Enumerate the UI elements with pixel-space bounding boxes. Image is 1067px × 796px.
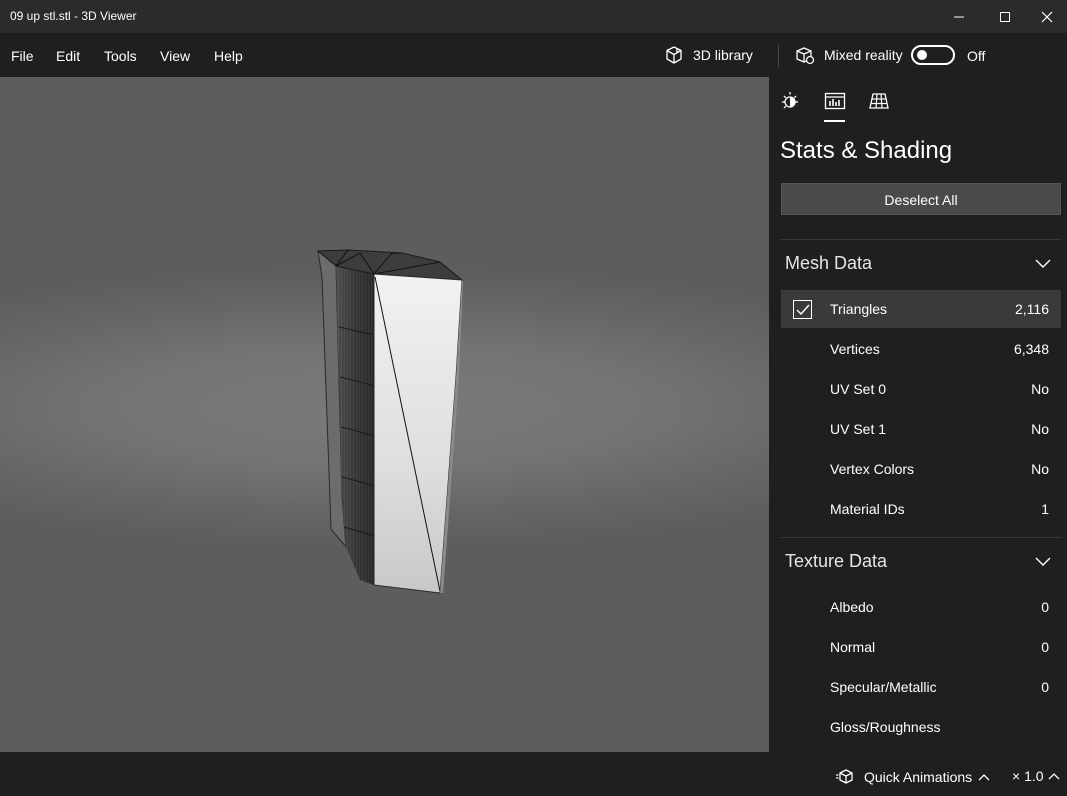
- menu-bar: File Edit Tools View Help 3D library Mix…: [0, 33, 1067, 77]
- 3d-library-button[interactable]: 3D library: [664, 43, 753, 67]
- row-label: Vertex Colors: [830, 461, 915, 477]
- toolbar-divider: [778, 45, 779, 67]
- mixed-reality-icon: [795, 45, 815, 65]
- animation-speed-button[interactable]: × 1.0: [1012, 768, 1060, 784]
- table-row[interactable]: Vertex Colors No: [781, 450, 1061, 488]
- grid-icon: [869, 93, 889, 109]
- row-value: 0: [1041, 599, 1049, 615]
- menu-help[interactable]: Help: [214, 48, 243, 64]
- divider: [781, 239, 1061, 240]
- row-label: Gloss/Roughness: [830, 719, 941, 735]
- panel-title: Stats & Shading: [780, 137, 953, 164]
- divider: [781, 537, 1061, 538]
- stats-icon: [824, 92, 846, 110]
- table-row[interactable]: Material IDs 1: [781, 490, 1061, 528]
- 3d-library-label: 3D library: [693, 47, 753, 63]
- quick-animations-button[interactable]: Quick Animations: [836, 768, 990, 786]
- row-value: 6,348: [1013, 341, 1049, 357]
- bottom-bar: Quick Animations × 1.0: [0, 752, 1067, 796]
- mixed-reality-toggle[interactable]: [911, 45, 955, 65]
- table-row[interactable]: UV Set 0 No: [781, 370, 1061, 408]
- row-label: Triangles: [830, 301, 888, 317]
- chevron-down-icon[interactable]: [1035, 557, 1051, 567]
- animation-icon: [836, 768, 856, 786]
- stats-shading-panel: Stats & Shading Deselect All Mesh Data T…: [769, 77, 1067, 752]
- row-label: Normal: [830, 639, 876, 655]
- row-value: 0: [1041, 639, 1049, 655]
- mixed-reality-button[interactable]: Mixed reality: [795, 43, 903, 67]
- table-row[interactable]: UV Set 1 No: [781, 410, 1061, 448]
- chevron-down-icon[interactable]: [1035, 259, 1051, 269]
- tab-lighting[interactable]: [778, 89, 802, 113]
- row-value: 0: [1041, 679, 1049, 695]
- quick-animations-label: Quick Animations: [864, 769, 973, 785]
- maximize-icon: [1000, 11, 1010, 22]
- active-tab-indicator: [824, 120, 845, 122]
- deselect-all-button[interactable]: Deselect All: [781, 183, 1061, 215]
- tab-stats[interactable]: [823, 89, 847, 113]
- window-title: 09 up stl.stl - 3D Viewer: [10, 9, 137, 23]
- 3d-viewport[interactable]: [0, 77, 769, 752]
- row-value: No: [1031, 421, 1049, 437]
- menu-view[interactable]: View: [160, 48, 190, 64]
- row-label: UV Set 0: [830, 381, 887, 397]
- menu-tools[interactable]: Tools: [104, 48, 137, 64]
- close-button[interactable]: [1027, 0, 1067, 33]
- minimize-icon: [954, 16, 964, 17]
- tab-grid[interactable]: [867, 89, 891, 113]
- row-value: No: [1031, 461, 1049, 477]
- speed-label: × 1.0: [1012, 768, 1044, 784]
- lighting-icon: [782, 92, 798, 109]
- checkmark-icon: [796, 304, 810, 315]
- chevron-up-icon: [978, 773, 990, 781]
- mixed-reality-state: Off: [967, 48, 986, 64]
- table-row[interactable]: Gloss/Roughness: [781, 708, 1061, 746]
- menu-file[interactable]: File: [11, 48, 34, 64]
- table-row[interactable]: Specular/Metallic 0: [781, 668, 1061, 706]
- cube-icon: [664, 45, 684, 65]
- row-label: Vertices: [830, 341, 880, 357]
- row-value: No: [1031, 381, 1049, 397]
- chevron-up-icon: [1048, 772, 1060, 780]
- row-label: Albedo: [830, 599, 874, 615]
- texture-data-heading[interactable]: Texture Data: [785, 551, 887, 572]
- toggle-knob: [917, 50, 927, 60]
- menu-edit[interactable]: Edit: [56, 48, 80, 64]
- table-row[interactable]: Triangles 2,116: [781, 290, 1061, 328]
- row-label: Material IDs: [830, 501, 905, 517]
- model-render: [316, 249, 464, 594]
- row-label: Specular/Metallic: [830, 679, 937, 695]
- close-icon: [1041, 11, 1053, 22]
- checkbox[interactable]: [793, 300, 812, 319]
- title-bar: 09 up stl.stl - 3D Viewer: [0, 0, 1067, 33]
- table-row[interactable]: Albedo 0: [781, 588, 1061, 626]
- row-label: UV Set 1: [830, 421, 887, 437]
- minimize-button[interactable]: [936, 0, 982, 33]
- mixed-reality-label: Mixed reality: [824, 47, 903, 63]
- table-row[interactable]: Normal 0: [781, 628, 1061, 666]
- maximize-button[interactable]: [982, 0, 1028, 33]
- row-value: 1: [1041, 501, 1049, 517]
- mesh-data-heading[interactable]: Mesh Data: [785, 253, 872, 274]
- row-value: 2,116: [1015, 301, 1049, 317]
- table-row[interactable]: Vertices 6,348: [781, 330, 1061, 368]
